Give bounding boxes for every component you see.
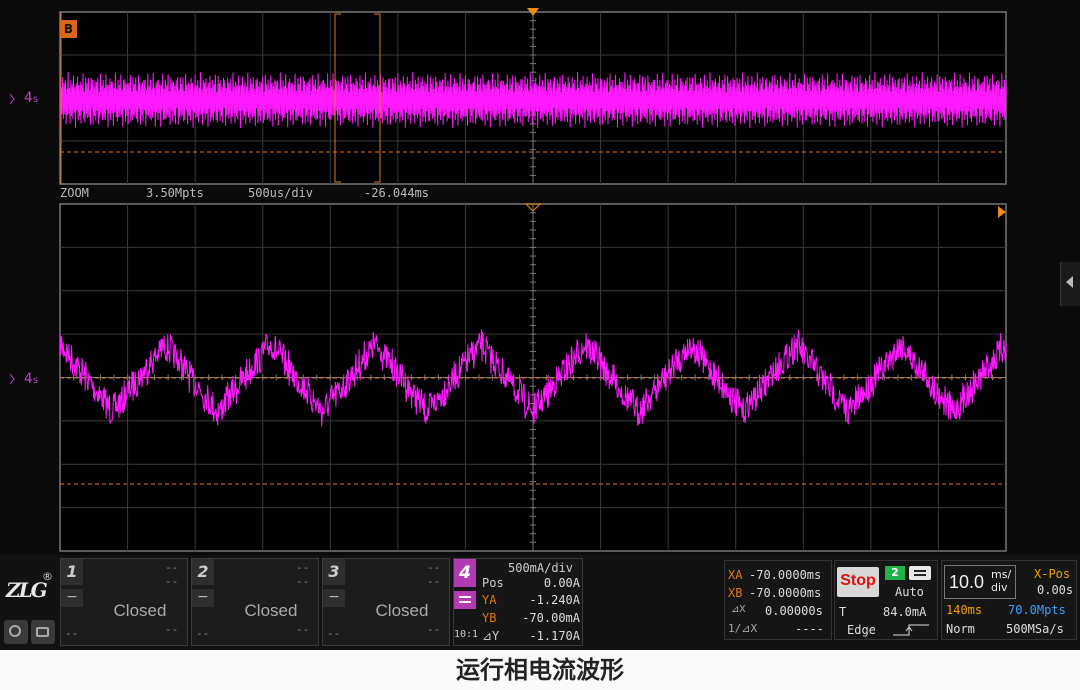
timebase-unit-bottom: div [991,581,1008,594]
zoom-timebase: 500us/div [248,186,314,200]
channel-2-pos: -- [296,575,310,588]
run-stop-button[interactable]: Stop [837,567,879,597]
channel-3-minus-button[interactable]: − [323,589,345,607]
cursor-yb-label: YB [482,611,497,625]
channel-4-pos-label: Pos [482,576,504,590]
channel-1-pos: -- [165,575,179,588]
menu-lines-icon [914,570,926,572]
brand-logo: ZLG ® [6,570,56,608]
trigger-level: 84.0mA [883,605,927,619]
memory-points: 70.0Mpts [1008,603,1066,617]
cursor-dx-value: 0.00000s [765,604,823,618]
cursor-dy-value: -1.170A [529,629,580,643]
horizontal-panel[interactable]: 10.0 ms/ div X-Pos 0.00s 140ms 70.0Mpts … [941,560,1077,640]
probe-ratio[interactable]: 10:1 [454,629,478,640]
channel-3-state: Closed [375,601,429,620]
channel-2-bw: -- [296,623,310,636]
touch-icon [9,625,21,637]
cursor-dx-label: ⊿X [731,604,746,615]
oscilloscope-screen: B 4s ZOOM 3.50Mpts 500us/div -26.044ms 4… [0,0,1080,650]
zoom-level-tick [9,373,15,385]
timebase-unit-top: ms/ [991,568,1012,581]
logo-registered-mark: ® [42,570,53,583]
channel-3-panel[interactable]: 3 -- -- − Closed -- -- [322,558,450,646]
channel-1-minus-button[interactable]: − [61,589,83,607]
x-cursor-panel[interactable]: XA -70.0000ms XB -70.0000ms ⊿X 0.00000s … [724,560,832,640]
cursor-inv-dx-value: ---- [795,622,824,636]
channel-3-pos: -- [427,575,441,588]
trigger-mode: Auto [895,585,924,599]
overview-channel-marker[interactable]: 4s [24,90,38,106]
trigger-menu-icon[interactable] [909,566,931,580]
channel-2-minus-button[interactable]: − [192,589,214,607]
channel-2-scale: -- [296,561,310,574]
camera-icon [36,627,49,637]
screen-capture-button[interactable] [31,620,55,644]
zoom-waveform-display[interactable] [0,200,1080,555]
channel-1-number[interactable]: 1 [61,559,83,585]
cursor-xa-value: -70.0000ms [749,568,822,582]
rising-edge-icon [893,624,929,636]
channel-3-coupling: -- [327,627,341,640]
channel-2-state: Closed [244,601,298,620]
x-position-value: 0.00s [1037,583,1074,597]
trigger-level-label: T [839,605,847,619]
channel-1-state: Closed [113,601,167,620]
channel-3-scale: -- [427,561,441,574]
channel-1-coupling: -- [65,627,79,640]
timebase-value: 10.0 [949,572,985,592]
channel-1-bw: -- [165,623,179,636]
dc-coupling-icon [459,596,471,598]
cursor-dy-label: ⊿Y [482,629,500,643]
channel-1-scale: -- [165,561,179,574]
zoom-offset: -26.044ms [364,186,430,200]
chevron-left-icon [1066,276,1073,288]
timebase-box[interactable]: 10.0 ms/ div [944,565,1016,599]
memory-time: 140ms [946,603,983,617]
overview-level-tick [9,93,15,105]
channel-2-coupling: -- [196,627,210,640]
trigger-type: Edge [847,623,876,637]
cursor-inv-dx-label: 1/⊿X [728,622,758,635]
channel-3-bw: -- [427,623,441,636]
trigger-source[interactable]: 2 [885,566,905,580]
zoom-points: 3.50Mpts [146,186,204,200]
acquisition-mode: Norm [946,622,975,636]
cursor-xb-label: XB [728,586,743,600]
figure-caption: 运行相电流波形 [0,650,1080,690]
channel-4-coupling-button[interactable] [454,591,476,609]
zoom-label: ZOOM [60,186,89,200]
x-position-label: X-Pos [1034,567,1071,581]
channel-3-number[interactable]: 3 [323,559,345,585]
cursor-ya-label: YA [482,593,497,607]
touch-lock-button[interactable] [4,620,28,644]
channel-2-panel[interactable]: 2 -- -- − Closed -- -- [191,558,319,646]
channel-1-panel[interactable]: 1 -- -- − Closed -- -- [60,558,188,646]
logo-text: ZLG [6,578,48,602]
overview-waveform-display[interactable] [0,0,1080,200]
cursor-ya-value: -1.240A [529,593,580,607]
channel-4-pos-value: 0.00A [543,576,580,590]
cursor-xa-label: XA [728,568,743,582]
run-state-label: Stop [840,572,876,589]
overview-badge[interactable]: B [60,20,77,38]
channel-4-number[interactable]: 4 [454,559,476,587]
trigger-panel[interactable]: Stop 2 Auto T 84.0mA Edge [834,560,938,640]
cursor-yb-value: -70.00mA [522,611,580,625]
side-panel-toggle[interactable] [1060,262,1080,306]
cursor-xb-value: -70.0000ms [749,586,822,600]
channel-2-number[interactable]: 2 [192,559,214,585]
channel-4-panel[interactable]: 4 500mA/div Pos 0.00A YA -1.240A YB -70.… [453,558,583,646]
zoom-channel-marker[interactable]: 4s [24,371,38,387]
channel-4-scale: 500mA/div [508,561,574,575]
sample-rate: 500MSa/s [1006,622,1064,636]
